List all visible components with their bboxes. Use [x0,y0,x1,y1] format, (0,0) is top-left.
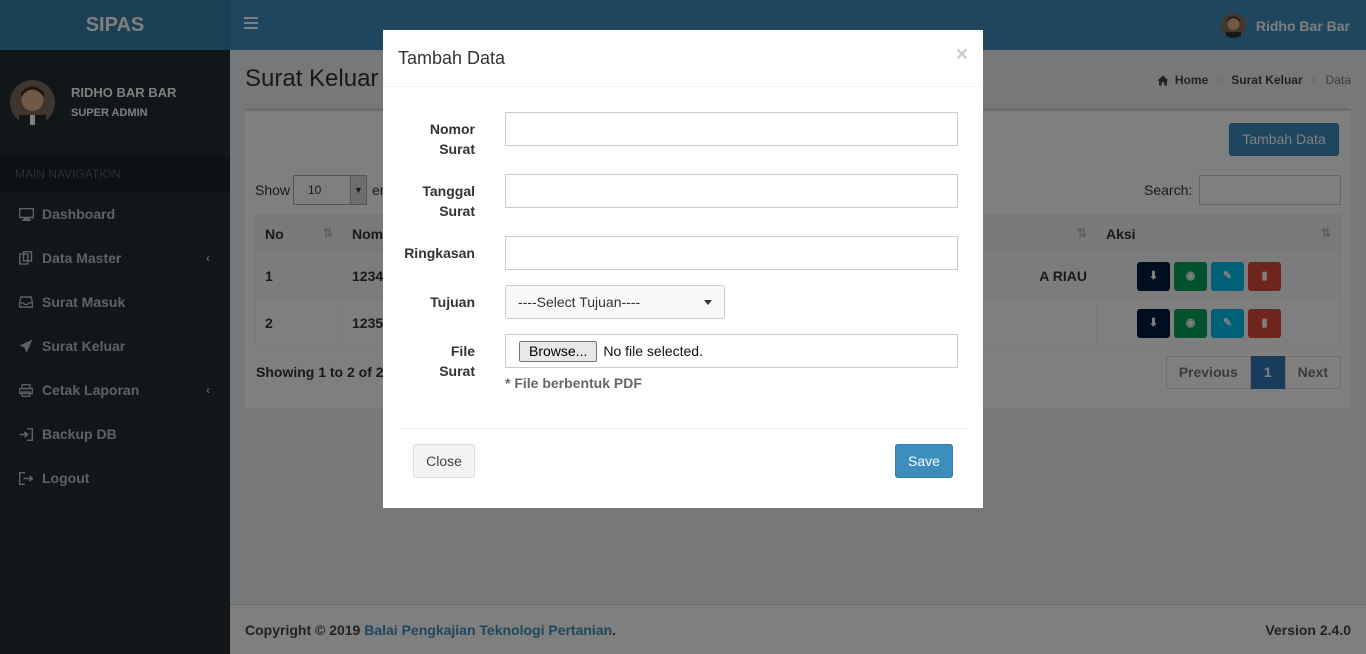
close-button[interactable]: Close [413,444,475,478]
tanggal-surat-label: Tanggal Surat [422,183,475,219]
close-icon[interactable]: × [956,43,968,67]
tujuan-selected-value: ----Select Tujuan---- [518,294,641,310]
nomor-surat-label: Nomor Surat [429,121,475,157]
add-data-modal: Tambah Data × Nomor Surat Tanggal Surat Ri… [383,30,983,508]
modal-footer-divider [398,428,968,429]
file-status: No file selected. [603,343,703,359]
tujuan-label: Tujuan [430,294,475,310]
browse-button[interactable]: Browse... [519,340,598,362]
file-help-text: * File berbentuk PDF [505,375,642,391]
ringkasan-input[interactable] [505,236,958,270]
tanggal-surat-input[interactable] [505,174,958,208]
nomor-surat-input[interactable] [505,112,958,146]
save-button[interactable]: Save [895,444,953,478]
modal-title: Tambah Data [398,48,506,68]
file-input[interactable]: Browse... No file selected. [505,334,958,368]
file-surat-label: File Surat [439,343,475,379]
caret-down-icon [704,300,712,305]
ringkasan-label: Ringkasan [404,245,475,261]
tujuan-select[interactable]: ----Select Tujuan---- [505,285,725,319]
modal-header: Tambah Data × [383,30,983,87]
